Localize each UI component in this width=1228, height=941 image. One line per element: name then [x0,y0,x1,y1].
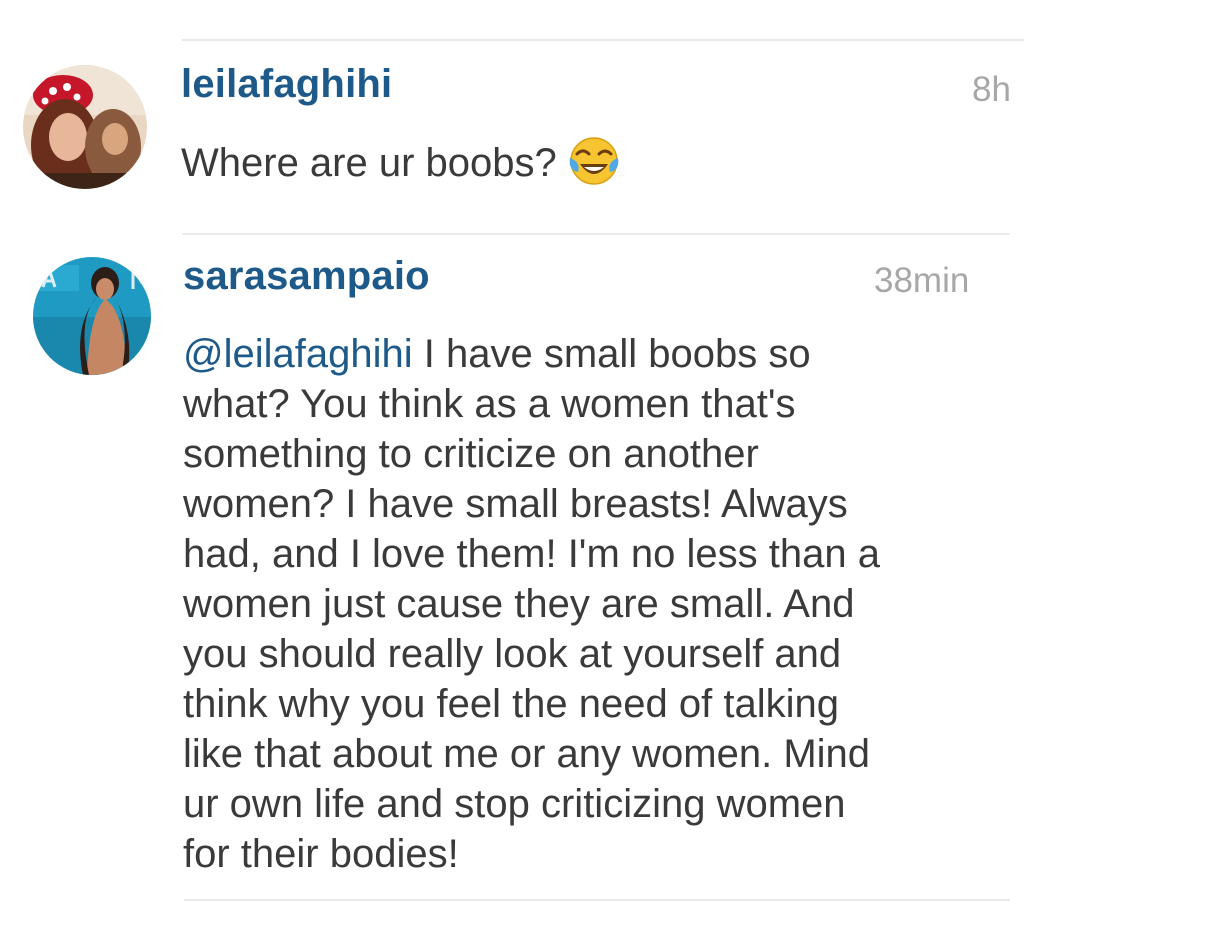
reply-text: @leilafaghihi I have small boobs so what… [183,329,880,879]
reply-line-4: women? I have small breasts! Always [183,482,848,526]
comment-text: Where are ur boobs? [181,137,621,188]
reply-line-1: @leilafaghihi I have small boobs so [183,329,880,379]
avatar-leilafaghihi[interactable] [23,65,147,189]
mention-link[interactable]: @leilafaghihi [183,332,413,376]
comment-username[interactable]: leilafaghihi [181,62,392,107]
reply-timestamp: 38min [874,261,970,300]
reply-username[interactable]: sarasampaio [183,254,430,299]
avatar-sarasampaio[interactable] [33,257,151,375]
reply-line-2: what? You think as a women that's [183,382,796,426]
face-with-tears-of-joy-icon [569,137,619,186]
reply-line-11: for their bodies! [183,832,459,876]
reply-line-6: women just cause they are small. And [183,582,855,626]
reply-line-5: had, and I love them! I'm no less than a [183,532,880,576]
reply-line-7: you should really look at yourself and [183,632,842,676]
avatar-photo-icon [23,65,147,189]
reply-line-9: like that about me or any women. Mind [183,732,871,776]
reply-line-text: I have small boobs so [412,332,811,376]
comment-timestamp: 8h [972,70,1011,109]
divider-middle [182,233,1010,235]
reply-line-3: something to criticize on another [183,432,759,476]
avatar-photo-icon [33,257,151,375]
reply-line-10: ur own life and stop criticizing women [183,782,846,826]
comment-body: Where are ur boobs? [181,141,557,185]
divider-top [182,39,1024,41]
divider-bottom [184,899,1010,901]
reply-line-8: think why you feel the need of talking [183,682,839,726]
